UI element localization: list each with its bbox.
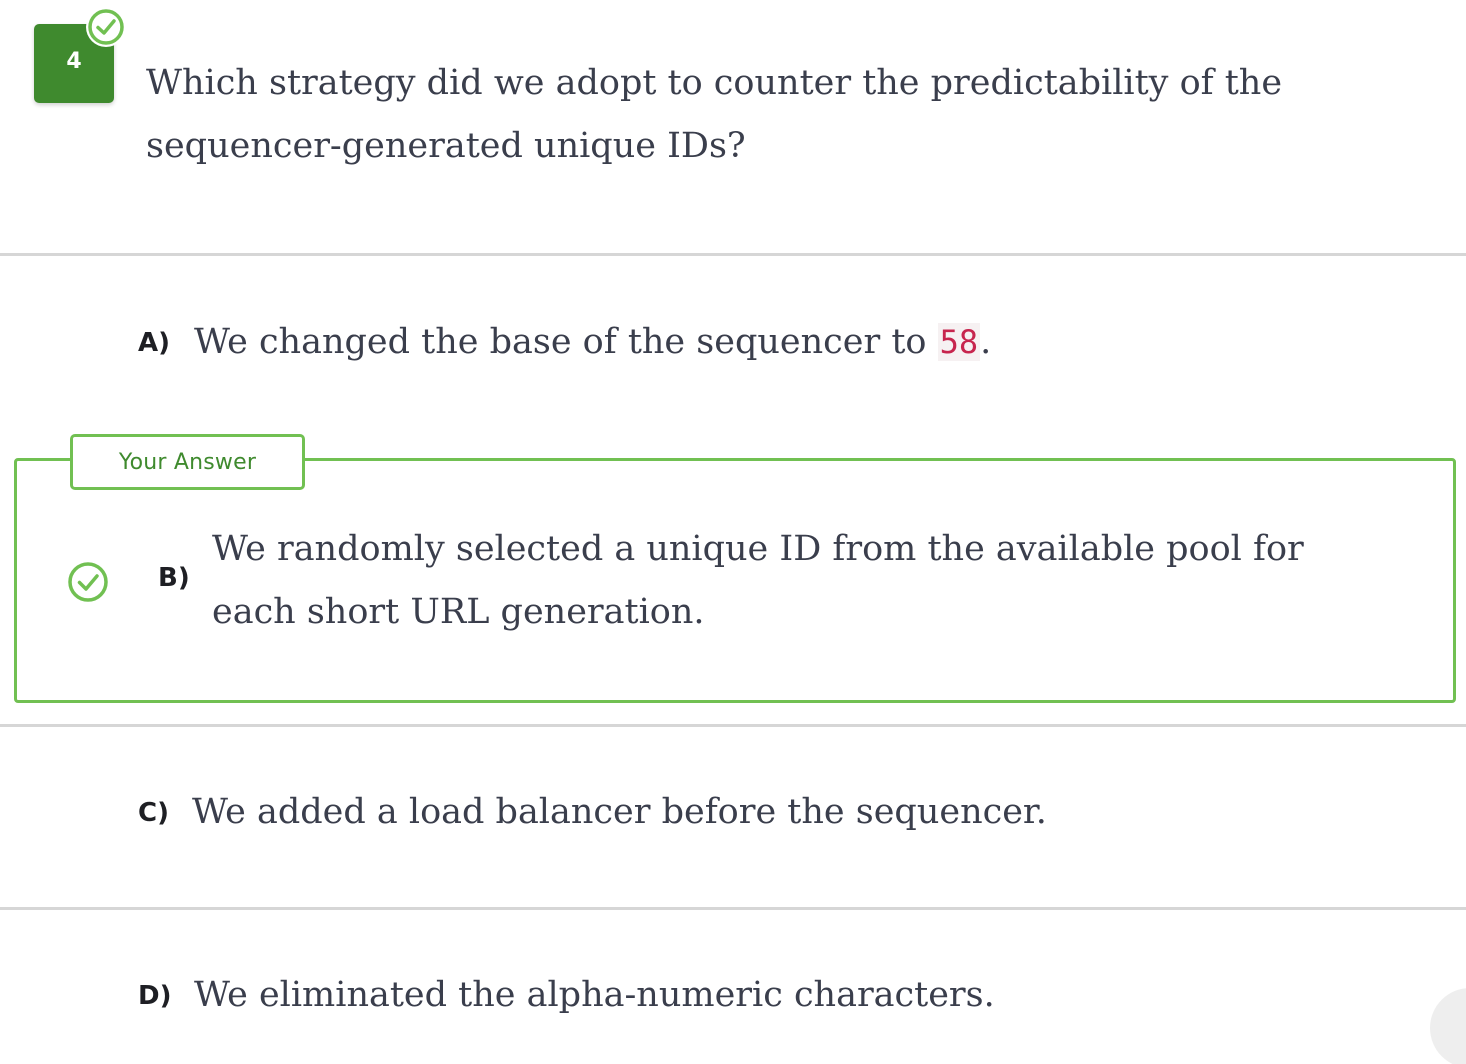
question-text: Which strategy did we adopt to counter t… [146, 63, 1283, 166]
question-number: 4 [66, 49, 82, 74]
scroll-button[interactable] [1430, 988, 1466, 1064]
your-answer-tag: Your Answer [70, 434, 305, 490]
option-text: We randomly selected a unique ID from th… [212, 529, 1304, 632]
option-text: We eliminated the alpha-numeric characte… [194, 975, 995, 1015]
divider [0, 253, 1466, 256]
option-text: We added a load balancer before the sequ… [192, 792, 1047, 832]
option-letter: A) [138, 328, 171, 358]
option-letter: D) [138, 981, 172, 1011]
option-letter: C) [138, 798, 169, 828]
option-letter: B) [158, 563, 190, 593]
divider [0, 907, 1466, 910]
check-circle-icon [86, 7, 126, 47]
check-circle-icon [67, 561, 109, 603]
inline-code: 58 [937, 323, 981, 361]
option-text: We changed the base of the sequencer to … [194, 322, 992, 362]
divider [0, 724, 1466, 727]
